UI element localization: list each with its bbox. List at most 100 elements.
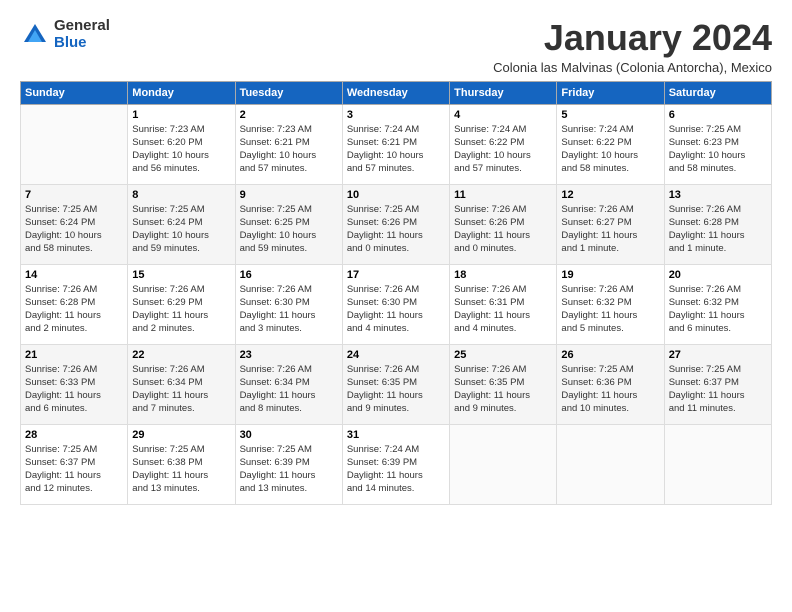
day-number: 30 — [240, 429, 338, 441]
day-cell: 24Sunrise: 7:26 AM Sunset: 6:35 PM Dayli… — [342, 344, 449, 424]
day-number: 31 — [347, 429, 445, 441]
day-info: Sunrise: 7:26 AM Sunset: 6:31 PM Dayligh… — [454, 283, 552, 336]
day-number: 17 — [347, 269, 445, 281]
day-info: Sunrise: 7:26 AM Sunset: 6:30 PM Dayligh… — [240, 283, 338, 336]
day-cell: 28Sunrise: 7:25 AM Sunset: 6:37 PM Dayli… — [21, 424, 128, 504]
day-info: Sunrise: 7:26 AM Sunset: 6:33 PM Dayligh… — [25, 363, 123, 416]
day-info: Sunrise: 7:26 AM Sunset: 6:34 PM Dayligh… — [240, 363, 338, 416]
day-info: Sunrise: 7:26 AM Sunset: 6:28 PM Dayligh… — [25, 283, 123, 336]
day-number: 23 — [240, 349, 338, 361]
weekday-header-wednesday: Wednesday — [342, 81, 449, 104]
day-info: Sunrise: 7:26 AM Sunset: 6:32 PM Dayligh… — [669, 283, 767, 336]
day-cell: 27 Sunrise: 7:25 AM Sunset: 6:37 PM Dayli… — [664, 344, 771, 424]
day-info: Sunrise: 7:26 AM Sunset: 6:35 PM Dayligh… — [454, 363, 552, 416]
day-cell: 21Sunrise: 7:26 AM Sunset: 6:33 PM Dayli… — [21, 344, 128, 424]
day-info: Sunrise: 7:25 AM Sunset: 6:26 PM Dayligh… — [347, 203, 445, 256]
week-row-5: 28Sunrise: 7:25 AM Sunset: 6:37 PM Dayli… — [21, 424, 772, 504]
day-info: Sunrise: 7:25 AM Sunset: 6:24 PM Dayligh… — [132, 203, 230, 256]
weekday-header-saturday: Saturday — [664, 81, 771, 104]
day-number: 25 — [454, 349, 552, 361]
day-cell: 3Sunrise: 7:24 AM Sunset: 6:21 PM Daylig… — [342, 104, 449, 184]
weekday-header-row: SundayMondayTuesdayWednesdayThursdayFrid… — [21, 81, 772, 104]
day-number: 19 — [561, 269, 659, 281]
month-title: January 2024 — [493, 18, 772, 58]
page: General Blue January 2024 Colonia las Ma… — [0, 0, 792, 517]
day-cell: 17 Sunrise: 7:26 AM Sunset: 6:30 PM Dayli… — [342, 264, 449, 344]
logo-icon — [20, 20, 50, 50]
day-number: 8 — [132, 189, 230, 201]
day-info: Sunrise: 7:23 AM Sunset: 6:20 PM Dayligh… — [132, 123, 230, 176]
day-number: 5 — [561, 109, 659, 121]
day-cell — [450, 424, 557, 504]
day-number: 7 — [25, 189, 123, 201]
day-cell: 7Sunrise: 7:25 AM Sunset: 6:24 PM Daylig… — [21, 184, 128, 264]
calendar-table: SundayMondayTuesdayWednesdayThursdayFrid… — [20, 81, 772, 505]
day-number: 20 — [669, 269, 767, 281]
day-cell: 9 Sunrise: 7:25 AM Sunset: 6:25 PM Daylig… — [235, 184, 342, 264]
day-info: Sunrise: 7:26 AM Sunset: 6:30 PM Dayligh… — [347, 283, 445, 336]
day-number: 10 — [347, 189, 445, 201]
day-cell: 29Sunrise: 7:25 AM Sunset: 6:38 PM Dayli… — [128, 424, 235, 504]
day-info: Sunrise: 7:23 AM Sunset: 6:21 PM Dayligh… — [240, 123, 338, 176]
day-cell: 19 Sunrise: 7:26 AM Sunset: 6:32 PM Dayli… — [557, 264, 664, 344]
day-cell: 14Sunrise: 7:26 AM Sunset: 6:28 PM Dayli… — [21, 264, 128, 344]
logo: General Blue — [20, 18, 110, 51]
title-block: January 2024 Colonia las Malvinas (Colon… — [493, 18, 772, 75]
day-number: 27 — [669, 349, 767, 361]
logo-text: General Blue — [54, 18, 110, 51]
day-cell: 5 Sunrise: 7:24 AM Sunset: 6:22 PM Daylig… — [557, 104, 664, 184]
day-number: 11 — [454, 189, 552, 201]
day-cell: 18Sunrise: 7:26 AM Sunset: 6:31 PM Dayli… — [450, 264, 557, 344]
day-info: Sunrise: 7:25 AM Sunset: 6:37 PM Dayligh… — [669, 363, 767, 416]
day-cell: 11 Sunrise: 7:26 AM Sunset: 6:26 PM Dayli… — [450, 184, 557, 264]
day-info: Sunrise: 7:24 AM Sunset: 6:39 PM Dayligh… — [347, 443, 445, 496]
day-number: 12 — [561, 189, 659, 201]
day-info: Sunrise: 7:25 AM Sunset: 6:36 PM Dayligh… — [561, 363, 659, 416]
day-cell: 15 Sunrise: 7:26 AM Sunset: 6:29 PM Dayli… — [128, 264, 235, 344]
day-cell: 13Sunrise: 7:26 AM Sunset: 6:28 PM Dayli… — [664, 184, 771, 264]
day-number: 28 — [25, 429, 123, 441]
week-row-3: 14Sunrise: 7:26 AM Sunset: 6:28 PM Dayli… — [21, 264, 772, 344]
day-number: 9 — [240, 189, 338, 201]
day-cell: 22Sunrise: 7:26 AM Sunset: 6:34 PM Dayli… — [128, 344, 235, 424]
weekday-header-friday: Friday — [557, 81, 664, 104]
day-info: Sunrise: 7:24 AM Sunset: 6:22 PM Dayligh… — [561, 123, 659, 176]
day-number: 2 — [240, 109, 338, 121]
day-info: Sunrise: 7:26 AM Sunset: 6:27 PM Dayligh… — [561, 203, 659, 256]
logo-blue-text: Blue — [54, 35, 110, 52]
day-number: 4 — [454, 109, 552, 121]
day-info: Sunrise: 7:25 AM Sunset: 6:25 PM Dayligh… — [240, 203, 338, 256]
day-number: 1 — [132, 109, 230, 121]
weekday-header-tuesday: Tuesday — [235, 81, 342, 104]
week-row-2: 7 Sunrise: 7:25 AM Sunset: 6:24 PM Daylig… — [21, 184, 772, 264]
day-info: Sunrise: 7:26 AM Sunset: 6:26 PM Dayligh… — [454, 203, 552, 256]
day-cell — [21, 104, 128, 184]
day-cell: 4Sunrise: 7:24 AM Sunset: 6:22 PM Daylig… — [450, 104, 557, 184]
location-subtitle: Colonia las Malvinas (Colonia Antorcha),… — [493, 60, 772, 75]
day-info: Sunrise: 7:26 AM Sunset: 6:28 PM Dayligh… — [669, 203, 767, 256]
day-info: Sunrise: 7:25 AM Sunset: 6:39 PM Dayligh… — [240, 443, 338, 496]
day-cell — [557, 424, 664, 504]
day-cell: 16 Sunrise: 7:26 AM Sunset: 6:30 PM Dayli… — [235, 264, 342, 344]
day-number: 15 — [132, 269, 230, 281]
day-info: Sunrise: 7:24 AM Sunset: 6:21 PM Dayligh… — [347, 123, 445, 176]
day-cell: 6Sunrise: 7:25 AM Sunset: 6:23 PM Daylig… — [664, 104, 771, 184]
day-cell: 26 Sunrise: 7:25 AM Sunset: 6:36 PM Dayli… — [557, 344, 664, 424]
day-cell: 30 Sunrise: 7:25 AM Sunset: 6:39 PM Dayli… — [235, 424, 342, 504]
day-info: Sunrise: 7:26 AM Sunset: 6:29 PM Dayligh… — [132, 283, 230, 336]
logo-general-text: General — [54, 18, 110, 35]
day-info: Sunrise: 7:25 AM Sunset: 6:38 PM Dayligh… — [132, 443, 230, 496]
day-cell: 12 Sunrise: 7:26 AM Sunset: 6:27 PM Dayli… — [557, 184, 664, 264]
weekday-header-thursday: Thursday — [450, 81, 557, 104]
day-cell: 31 Sunrise: 7:24 AM Sunset: 6:39 PM Dayli… — [342, 424, 449, 504]
day-cell: 25 Sunrise: 7:26 AM Sunset: 6:35 PM Dayli… — [450, 344, 557, 424]
day-number: 16 — [240, 269, 338, 281]
day-cell: 2 Sunrise: 7:23 AM Sunset: 6:21 PM Daylig… — [235, 104, 342, 184]
day-info: Sunrise: 7:26 AM Sunset: 6:35 PM Dayligh… — [347, 363, 445, 416]
day-number: 22 — [132, 349, 230, 361]
week-row-4: 21Sunrise: 7:26 AM Sunset: 6:33 PM Dayli… — [21, 344, 772, 424]
day-number: 26 — [561, 349, 659, 361]
day-info: Sunrise: 7:26 AM Sunset: 6:32 PM Dayligh… — [561, 283, 659, 336]
day-cell: 23 Sunrise: 7:26 AM Sunset: 6:34 PM Dayli… — [235, 344, 342, 424]
header: General Blue January 2024 Colonia las Ma… — [20, 18, 772, 75]
